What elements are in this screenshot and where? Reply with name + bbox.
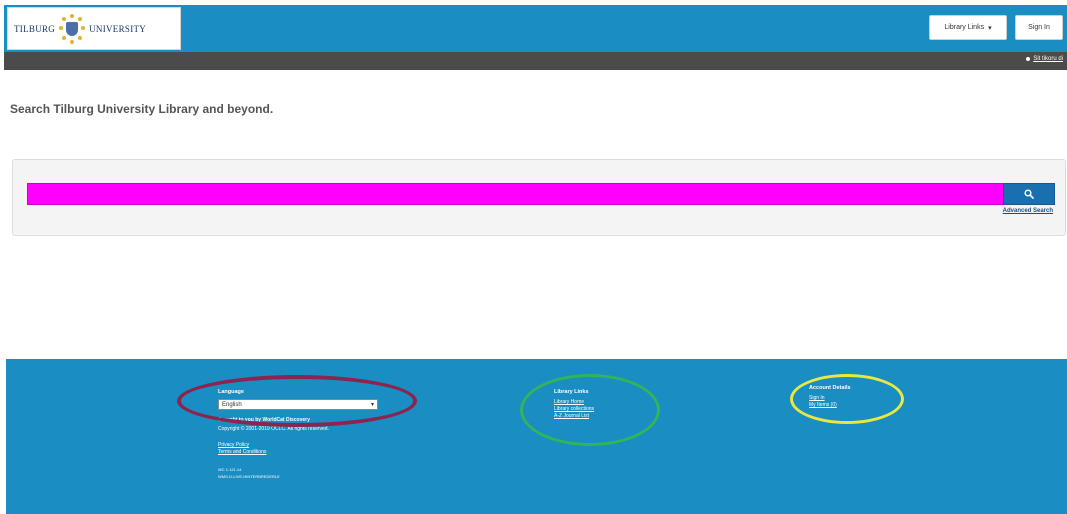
logo-word-left: TILBURG	[14, 23, 56, 34]
terms-link[interactable]: Terms and Conditions	[218, 449, 378, 455]
tilburg-university-logo[interactable]: TILBURG UNIVERSITY	[7, 7, 181, 50]
page-title: Search Tilburg University Library and be…	[10, 102, 274, 116]
footer-link-library-collections[interactable]: Library collections	[554, 406, 594, 412]
university-emblem-icon	[59, 13, 86, 44]
footer-library-links-column: Library Links Library Home Library colle…	[554, 389, 594, 420]
footer-link-az-journal-list[interactable]: A-Z Journal List	[554, 413, 594, 419]
top-header: TILBURG UNIVERSITY Library Links ▾ Sign …	[4, 5, 1067, 52]
copyright-text: Copyright © 2001-2019 OCLC. All rights r…	[218, 426, 329, 432]
footer-link-sign-in[interactable]: Sign In	[809, 395, 851, 401]
search-input[interactable]	[27, 183, 1014, 205]
caret-down-icon: ▾	[988, 24, 992, 32]
search-icon	[1024, 189, 1034, 199]
bullet-icon	[1026, 57, 1031, 61]
footer: Language English ▾ Brought to you by Wor…	[6, 359, 1067, 514]
page: TILBURG UNIVERSITY Library Links ▾ Sign …	[0, 0, 1067, 514]
footer-link-my-items[interactable]: My Items (0)	[809, 402, 851, 408]
build-text: WMS-D-LIVE-HINTERBREDERLE	[218, 474, 280, 479]
privacy-policy-link[interactable]: Privacy Policy	[218, 442, 378, 448]
language-heading: Language	[218, 389, 244, 395]
subbar-link-label: Sit tikoru di	[1033, 56, 1063, 62]
subbar-link[interactable]: Sit tikoru di	[1026, 56, 1063, 62]
footer-language-column: Language English ▾ Brought to you by Wor…	[218, 389, 378, 479]
sign-in-button[interactable]: Sign In	[1015, 15, 1063, 40]
search-button[interactable]	[1003, 183, 1055, 205]
language-selected-value: English	[222, 401, 242, 408]
logo-word-right: UNIVERSITY	[89, 23, 147, 34]
footer-account-column: Account Details Sign In My Items (0)	[809, 385, 851, 409]
secondary-bar: Sit tikoru di	[4, 52, 1067, 70]
version-text: WC 1.121.14	[218, 467, 242, 472]
advanced-search-link[interactable]: Advanced Search	[1003, 208, 1053, 214]
footer-link-library-home[interactable]: Library Home	[554, 399, 594, 405]
chevron-down-icon: ▾	[370, 402, 374, 408]
search-panel: Advanced Search	[12, 159, 1066, 236]
brought-by-text: Brought to you by WorldCat Discovery	[218, 417, 310, 423]
library-links-label: Library Links	[944, 24, 985, 31]
language-select[interactable]: English ▾	[218, 399, 378, 410]
sign-in-label: Sign In	[1028, 24, 1050, 31]
library-links-heading: Library Links	[554, 389, 589, 395]
library-links-dropdown[interactable]: Library Links ▾	[929, 15, 1007, 40]
account-details-heading: Account Details	[809, 385, 851, 391]
